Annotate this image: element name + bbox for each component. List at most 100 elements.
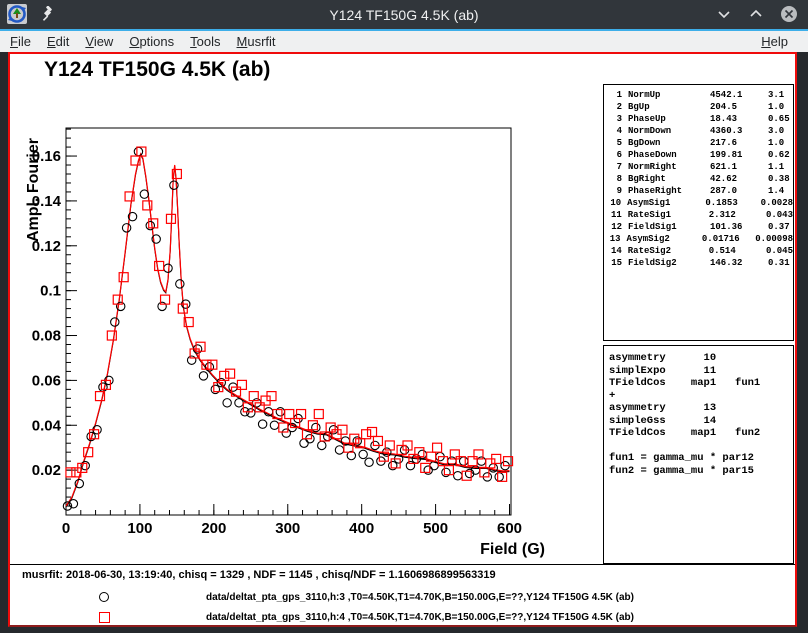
data-point-square <box>66 468 75 477</box>
data-point-circle <box>199 372 207 380</box>
data-point-circle <box>134 147 142 155</box>
data-point-circle <box>318 441 326 449</box>
data-point-square <box>468 457 477 466</box>
maximize-button[interactable] <box>748 6 764 27</box>
data-point-circle <box>442 468 450 476</box>
y-tick-label: 0.06 <box>32 372 61 389</box>
param-row: 14RateSig20.5140.045 <box>604 245 793 257</box>
legend-label-2: data/deltat_pta_gps_3110,h:4 ,T0=4.50K,T… <box>206 612 634 623</box>
data-point-circle <box>389 461 397 469</box>
data-point-circle <box>223 399 231 407</box>
data-point-square <box>155 261 164 270</box>
menu-edit[interactable]: Edit <box>39 34 77 49</box>
param-row: 11RateSig12.3120.043 <box>604 209 793 221</box>
legend-label-1: data/deltat_pta_gps_3110,h:3 ,T0=4.50K,T… <box>206 592 634 603</box>
data-point-circle <box>459 457 467 465</box>
param-row: 7NormRight621.11.1 <box>604 161 793 173</box>
data-point-circle <box>99 383 107 391</box>
data-point-circle <box>270 421 278 429</box>
menu-view[interactable]: View <box>77 34 121 49</box>
root-canvas[interactable]: Y124 TF150G 4.5K (ab) 010020030040050060… <box>8 52 797 627</box>
data-point-circle <box>276 408 284 416</box>
pad-separator-line <box>10 564 795 565</box>
data-point-circle <box>424 466 432 474</box>
data-point-circle <box>300 439 308 447</box>
theory-text: asymmetry 10 simplExpo 11 TFieldCos map1… <box>609 352 793 477</box>
param-row: 13AsymSig20.017160.00098 <box>604 233 793 245</box>
menu-tools[interactable]: Tools <box>182 34 228 49</box>
data-point-circle <box>258 420 266 428</box>
menubar: File Edit View Options Tools Musrfit Hel… <box>0 31 808 52</box>
data-point-circle <box>247 409 255 417</box>
data-point-square <box>433 443 442 452</box>
param-row: 5BgDown217.61.0 <box>604 137 793 149</box>
menu-options[interactable]: Options <box>121 34 182 49</box>
data-point-square <box>362 430 371 439</box>
y-tick-label: 0.08 <box>32 328 61 345</box>
y-axis-title: Ampl. Fourier <box>25 138 42 242</box>
x-tick-label: 300 <box>275 520 300 537</box>
param-row: 1NormUp4542.13.1 <box>604 89 793 101</box>
x-tick-label: 0 <box>62 520 70 537</box>
fit-parameter-box: 1NormUp4542.13.12BgUp204.51.03PhaseUp18.… <box>603 84 794 341</box>
x-tick-label: 100 <box>127 520 152 537</box>
y-tick-label: 0.04 <box>32 417 62 434</box>
data-point-circle <box>418 450 426 458</box>
param-row: 15FieldSig2146.320.31 <box>604 257 793 269</box>
param-row: 2BgUp204.51.0 <box>604 101 793 113</box>
x-tick-label: 200 <box>201 520 226 537</box>
data-point-circle <box>495 473 503 481</box>
param-row: 6PhaseDown199.810.62 <box>604 149 793 161</box>
data-point-circle <box>335 446 343 454</box>
data-point-circle <box>353 437 361 445</box>
param-row: 8BgRight42.620.38 <box>604 173 793 185</box>
data-point-square <box>314 410 323 419</box>
data-point-circle <box>140 190 148 198</box>
menu-musrfit[interactable]: Musrfit <box>229 34 284 49</box>
param-row: 12FieldSig1101.360.37 <box>604 221 793 233</box>
param-row: 3PhaseUp18.430.65 <box>604 113 793 125</box>
window-title: Y124 TF150G 4.5K (ab) <box>0 7 808 23</box>
menu-help[interactable]: Help <box>753 34 796 49</box>
data-point-square <box>119 273 128 282</box>
data-point-circle <box>359 450 367 458</box>
data-point-circle <box>477 457 485 465</box>
data-point-circle <box>365 458 373 466</box>
fit-status-line: musrfit: 2018-06-30, 13:19:40, chisq = 1… <box>22 569 496 581</box>
param-row: 10AsymSig10.18530.0028 <box>604 197 793 209</box>
theory-box: asymmetry 10 simplExpo 11 TFieldCos map1… <box>603 345 794 564</box>
application-window: Y124 TF150G 4.5K (ab) File Ed <box>0 0 808 633</box>
data-point-circle <box>406 461 414 469</box>
window-titlebar: Y124 TF150G 4.5K (ab) <box>0 0 808 29</box>
data-point-square <box>285 410 294 419</box>
y-tick-label: 0.02 <box>32 462 61 479</box>
data-point-circle <box>211 385 219 393</box>
circle-marker-icon <box>99 592 109 602</box>
data-point-circle <box>187 356 195 364</box>
data-point-circle <box>164 264 172 272</box>
data-point-circle <box>454 472 462 480</box>
data-point-circle <box>176 280 184 288</box>
data-point-circle <box>122 224 130 232</box>
x-tick-label: 400 <box>349 520 374 537</box>
close-button[interactable] <box>780 5 798 28</box>
data-point-circle <box>235 399 243 407</box>
menu-file[interactable]: File <box>0 34 39 49</box>
y-tick-label: 0.1 <box>40 283 61 300</box>
param-row: 4NormDown4360.33.0 <box>604 125 793 137</box>
legend-entry-2: data/deltat_pta_gps_3110,h:4 ,T0=4.50K,T… <box>10 610 795 626</box>
data-point-square <box>237 380 246 389</box>
data-point-circle <box>312 423 320 431</box>
data-point-square <box>226 369 235 378</box>
minimize-button[interactable] <box>716 6 732 27</box>
x-tick-label: 600 <box>497 520 522 537</box>
x-axis-title: Field (G) <box>480 541 545 558</box>
x-tick-label: 500 <box>423 520 448 537</box>
square-marker-icon <box>99 612 110 623</box>
data-point-square <box>368 427 377 436</box>
data-point-circle <box>146 221 154 229</box>
param-row: 9PhaseRight287.01.4 <box>604 185 793 197</box>
legend-entry-1: data/deltat_pta_gps_3110,h:3 ,T0=4.50K,T… <box>10 590 795 606</box>
data-point-circle <box>158 302 166 310</box>
data-point-circle <box>111 318 119 326</box>
